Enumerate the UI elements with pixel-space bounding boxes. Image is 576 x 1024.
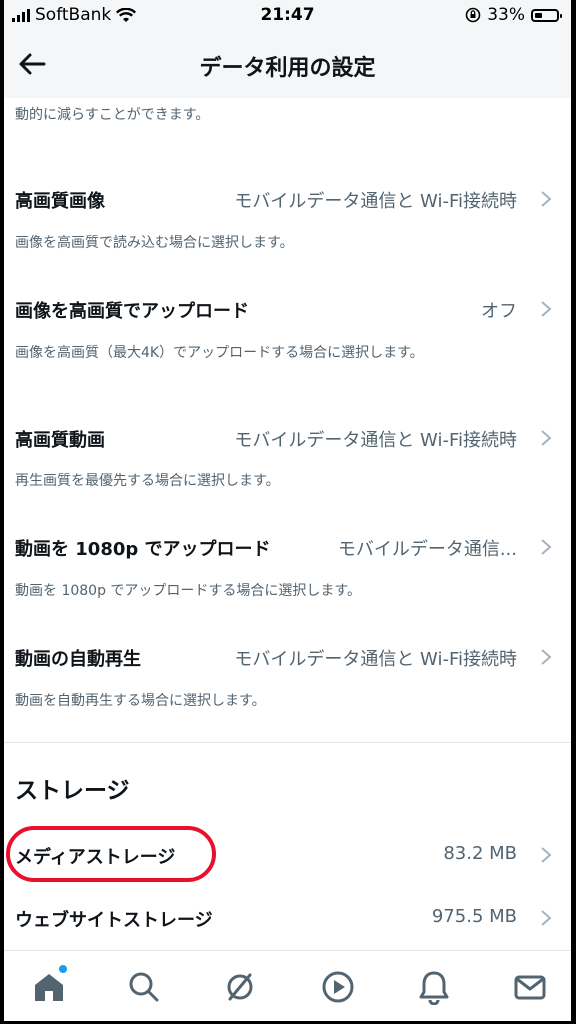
messages-icon[interactable] [512,969,548,1005]
setting-description: 動画を自動再生する場合に選択します。 [15,693,266,709]
setting-row-hq-images[interactable]: 高画質画像 モバイルデータ通信と Wi-Fi接続時 [4,174,571,224]
setting-row-autoplay[interactable]: 動画の自動再生 モバイルデータ通信と Wi-Fi接続時 [4,632,571,682]
rotation-lock-icon [465,7,481,23]
setting-description: 動画を 1080p でアップロードする場合に選択します。 [15,583,362,599]
setting-label: 画像を高画質でアップロード [15,301,249,322]
setting-value: モバイルデータ通信と Wi-Fi接続時 [234,649,517,670]
storage-row-website[interactable]: ウェブサイトストレージ 975.5 MB [4,893,571,943]
chevron-right-icon [541,910,552,926]
storage-label: ウェブサイトストレージ [15,910,213,931]
chevron-right-icon [541,301,552,317]
setting-label: 動画を 1080p でアップロード [15,539,271,560]
page-title: データ利用の設定 [199,56,376,81]
chevron-right-icon [541,649,552,665]
chevron-right-icon [541,430,552,446]
screen: SoftBank 21:47 33% データ利用の設定 動的に減らすことができま… [4,0,571,1021]
status-right: 33% [465,5,562,25]
setting-value: モバイルデータ通信と Wi-Fi接続時 [234,430,517,451]
setting-row-hq-video[interactable]: 高画質動画 モバイルデータ通信と Wi-Fi接続時 [4,413,571,463]
setting-label: 高画質動画 [15,430,105,451]
storage-value: 975.5 MB [431,906,517,927]
chevron-right-icon [541,191,552,207]
setting-row-1080p-upload[interactable]: 動画を 1080p でアップロード モバイルデータ通信... [4,522,571,572]
bottom-tab-bar [4,950,571,1021]
video-icon[interactable] [320,969,356,1005]
storage-value: 83.2 MB [443,843,517,864]
nav-header: データ利用の設定 [4,30,571,98]
setting-label: 動画の自動再生 [15,649,141,670]
section-divider [4,742,571,743]
setting-value: オフ [481,301,517,322]
battery-icon [531,8,562,22]
setting-label: 高画質画像 [15,191,105,212]
spaces-icon[interactable] [222,969,258,1005]
highlight-circle-annotation [6,826,216,882]
storage-section-title: ストレージ [15,778,130,804]
battery-fill [535,12,542,18]
home-notification-dot [59,965,67,973]
chevron-right-icon [541,847,552,863]
setting-description: 画像を高画質（最大4K）でアップロードする場合に選択します。 [15,345,424,361]
setting-row-hq-upload-images[interactable]: 画像を高画質でアップロード オフ [4,284,571,334]
notifications-icon[interactable] [416,969,452,1005]
home-icon[interactable] [31,969,67,1005]
intro-text: 動的に減らすことができます。 [15,107,210,123]
setting-value: モバイルデータ通信と Wi-Fi接続時 [234,191,517,212]
battery-percent: 33% [487,5,525,25]
search-icon[interactable] [126,969,162,1005]
setting-description: 再生画質を最優先する場合に選択します。 [15,473,280,489]
chevron-right-icon [541,539,552,555]
status-bar: SoftBank 21:47 33% [4,0,571,30]
setting-value: モバイルデータ通信... [337,539,517,560]
setting-description: 画像を高画質で読み込む場合に選択します。 [15,235,294,251]
